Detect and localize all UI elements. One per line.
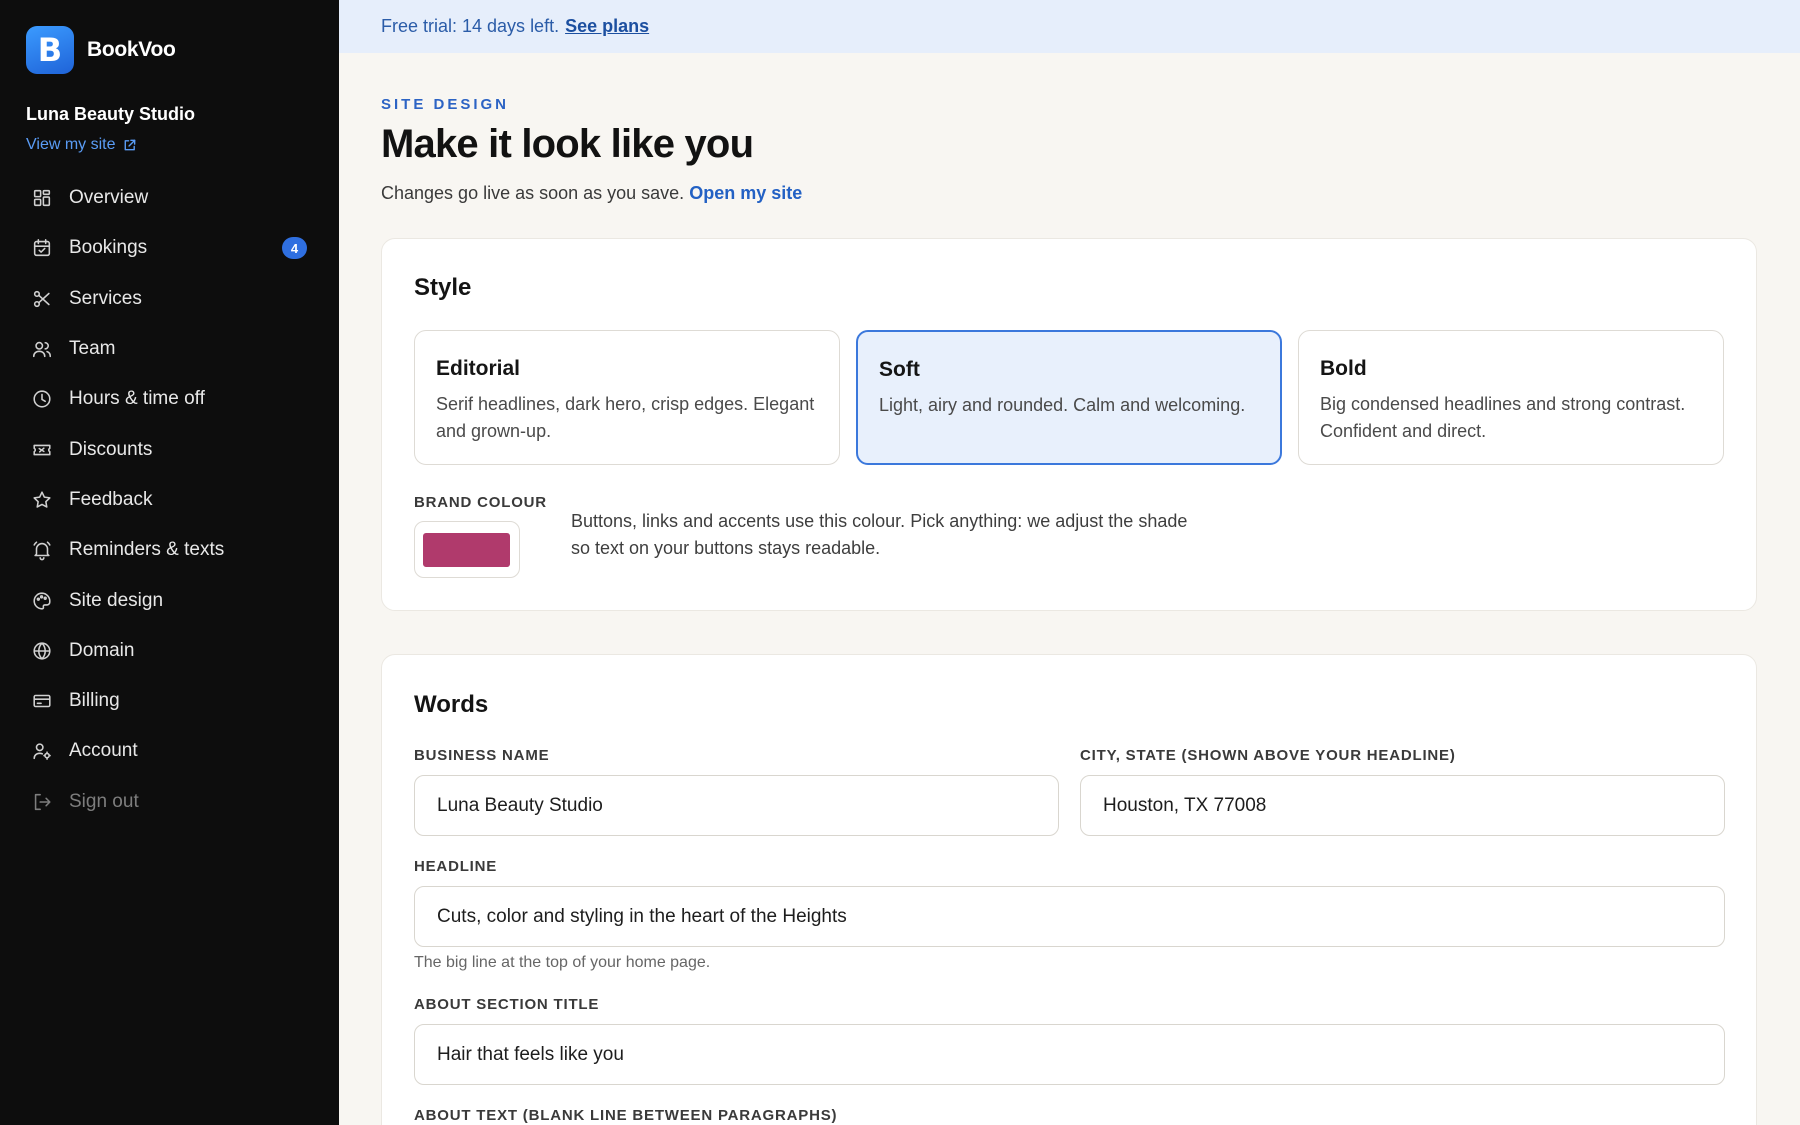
brand-colour-label: BRAND COLOUR: [414, 494, 547, 511]
open-my-site-link[interactable]: Open my site: [689, 183, 802, 203]
style-option-name: Editorial: [436, 357, 521, 380]
words-card: Words BUSINESS NAME Luna Beauty Studio C…: [381, 654, 1757, 1125]
style-option-description: Big condensed headlines and strong contr…: [1320, 394, 1686, 441]
sidebar-item-site-design[interactable]: Site design: [0, 575, 339, 625]
logo-mark: B: [26, 26, 74, 74]
calendar-icon: [33, 239, 51, 257]
trial-text: Free trial: 14 days left.: [381, 16, 560, 36]
scissors-icon: [33, 290, 50, 307]
studio-name: Luna Beauty Studio: [26, 104, 196, 124]
style-option-soft[interactable]: Soft Light, airy and rounded. Calm and w…: [856, 330, 1282, 465]
sidebar-item-discounts[interactable]: Discounts: [0, 424, 339, 474]
sidebar-item-account[interactable]: Account: [0, 726, 339, 776]
sidebar-item-hours[interactable]: Hours & time off: [0, 374, 339, 424]
view-site-link[interactable]: View my site: [26, 136, 137, 154]
bell-icon: [33, 541, 51, 561]
sidebar-item-label: Reminders & texts: [69, 539, 225, 561]
headline-input[interactable]: Cuts, color and styling in the heart of …: [414, 886, 1725, 947]
brand-name: BookVoo: [87, 38, 176, 61]
sidebar-item-label: Team: [69, 338, 116, 360]
sidebar-item-label: Account: [69, 740, 138, 762]
brand-colour-help: Buttons, links and accents use this colo…: [571, 511, 1188, 558]
see-plans-link[interactable]: See plans: [565, 16, 649, 37]
sidebar-item-feedback[interactable]: Feedback: [0, 475, 339, 525]
sidebar-item-bookings[interactable]: Bookings 4: [0, 223, 339, 273]
headline-label: HEADLINE: [414, 858, 498, 875]
sidebar-item-team[interactable]: Team: [0, 324, 339, 374]
sidebar-item-label: Overview: [69, 187, 149, 209]
sidebar-item-label: Site design: [69, 589, 164, 611]
sidebar-item-billing[interactable]: Billing: [0, 676, 339, 726]
about-title-input[interactable]: Hair that feels like you: [414, 1024, 1725, 1085]
bookings-count-badge: 4: [282, 237, 307, 260]
style-option-editorial[interactable]: Editorial Serif headlines, dark hero, cr…: [414, 330, 840, 465]
style-option-description: Light, airy and rounded. Calm and welcom…: [879, 395, 1246, 415]
sidebar-item-label: Hours & time off: [69, 388, 205, 410]
star-icon: [33, 491, 51, 508]
user-settings-icon: [33, 743, 51, 761]
brand-colour-swatch: [423, 533, 510, 567]
style-option-bold[interactable]: Bold Big condensed headlines and strong …: [1298, 330, 1724, 465]
section-eyebrow: SITE DESIGN: [381, 96, 510, 113]
grid-icon: [33, 190, 51, 207]
external-link-icon: [124, 139, 135, 150]
about-text-label: ABOUT TEXT (BLANK LINE BETWEEN PARAGRAPH…: [414, 1107, 838, 1124]
sidebar-item-label: Domain: [69, 639, 135, 661]
view-site-label: View my site: [26, 136, 116, 153]
brand-colour-picker[interactable]: [414, 521, 520, 578]
brand-logo[interactable]: B BookVoo: [26, 26, 176, 74]
logo-letter: B: [37, 31, 63, 69]
style-option-name: Soft: [879, 358, 920, 381]
headline-hint: The big line at the top of your home pag…: [414, 954, 711, 971]
style-card-title: Style: [414, 274, 472, 301]
page-title: Make it look like you: [381, 122, 754, 166]
style-option-name: Bold: [1320, 357, 1367, 380]
sidebar-item-reminders[interactable]: Reminders & texts: [0, 525, 339, 575]
business-name-label: BUSINESS NAME: [414, 747, 550, 764]
sidebar-item-label: Services: [69, 287, 142, 309]
sidebar-item-label: Feedback: [69, 488, 153, 510]
trial-banner: Free trial: 14 days left. See plans: [339, 0, 1800, 53]
city-state-label: CITY, STATE (SHOWN ABOVE YOUR HEADLINE): [1080, 747, 1456, 764]
credit-card-icon: [33, 694, 51, 708]
page-subtitle: Changes go live as soon as you save. Ope…: [381, 183, 802, 204]
sidebar-item-overview[interactable]: Overview: [0, 173, 339, 223]
ticket-icon: [33, 444, 51, 455]
sidebar-item-label: Discounts: [69, 438, 153, 460]
sidebar: B BookVoo Luna Beauty Studio View my sit…: [0, 0, 339, 1125]
sidebar-nav: Overview Bookings 4 Services Team Hours …: [0, 173, 339, 827]
sidebar-item-label: Billing: [69, 690, 120, 712]
sidebar-item-label: Sign out: [69, 790, 139, 812]
sidebar-item-services[interactable]: Services: [0, 274, 339, 324]
about-title-label: ABOUT SECTION TITLE: [414, 996, 600, 1013]
style-option-description: Serif headlines, dark hero, crisp edges.…: [436, 394, 815, 441]
sidebar-item-domain[interactable]: Domain: [0, 626, 339, 676]
palette-icon: [33, 591, 51, 610]
sidebar-item-label: Bookings: [69, 237, 148, 259]
business-name-input[interactable]: Luna Beauty Studio: [414, 775, 1059, 836]
subtitle-text: Changes go live as soon as you save.: [381, 183, 685, 203]
words-card-title: Words: [414, 691, 489, 718]
users-icon: [32, 341, 52, 358]
sign-out-icon: [34, 793, 51, 810]
sidebar-item-sign-out[interactable]: Sign out: [0, 777, 339, 827]
city-state-input[interactable]: Houston, TX 77008: [1080, 775, 1725, 836]
globe-icon: [33, 642, 51, 660]
style-card: Style Editorial Serif headlines, dark he…: [381, 238, 1757, 611]
clock-icon: [33, 390, 51, 408]
